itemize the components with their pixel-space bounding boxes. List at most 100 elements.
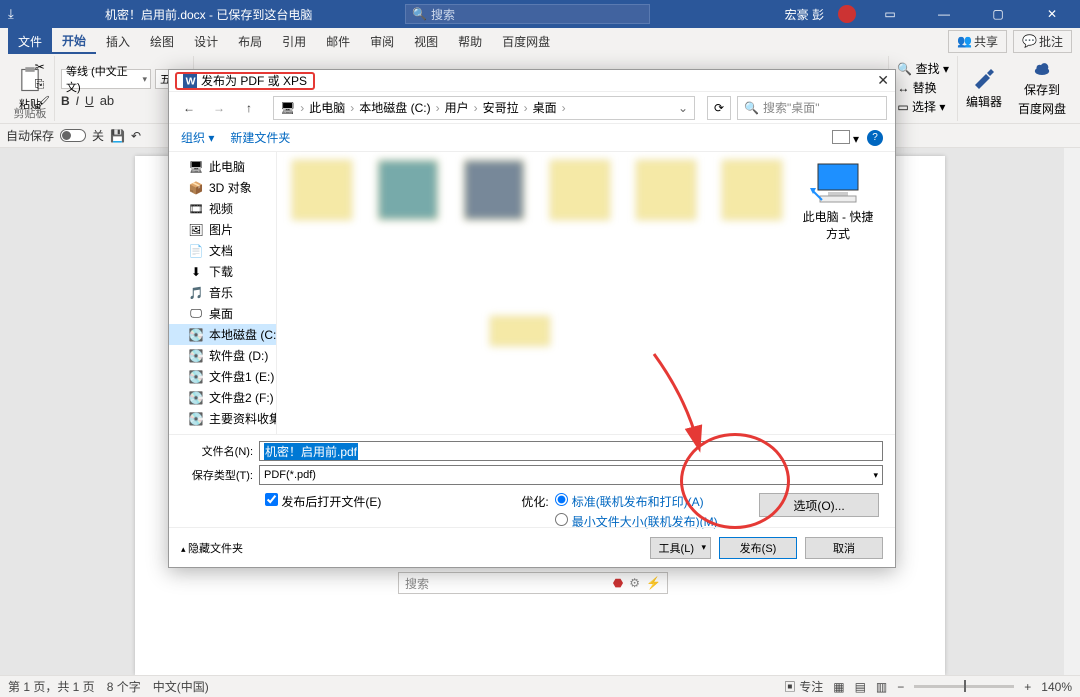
save-icon[interactable]: 💾 xyxy=(110,129,125,143)
replace-button[interactable]: ↔ 替换 xyxy=(897,79,949,96)
sidebar-item: 🖥此电脑 xyxy=(169,156,276,177)
dialog-titlebar: W 发布为 PDF 或 XPS ✕ xyxy=(169,70,895,92)
folder-item[interactable] xyxy=(457,160,531,242)
nav-up-button[interactable]: ↑ xyxy=(237,96,261,120)
tab-design[interactable]: 设计 xyxy=(184,28,228,54)
find-button[interactable]: 🔍 查找 ▾ xyxy=(897,60,949,77)
minimize-button[interactable]: — xyxy=(924,0,964,28)
open-after-checkbox[interactable]: 发布后打开文件(E) xyxy=(265,493,381,510)
nav-back-button[interactable]: ← xyxy=(177,96,201,120)
bold-icon[interactable]: B xyxy=(61,93,70,108)
savetype-label: 保存类型(T): xyxy=(181,467,259,483)
zoom-out-button[interactable]: − xyxy=(897,680,904,694)
new-folder-button[interactable]: 新建文件夹 xyxy=(230,129,290,146)
titlebar: ⤓ 机密！启用前.docx - 已保存到这台电脑 🔍 搜索 宏豪 彭 ▭ — ▢… xyxy=(0,0,1080,28)
pc-shortcut-item[interactable]: 此电脑 - 快捷方式 xyxy=(801,160,875,242)
dialog-close-button[interactable]: ✕ xyxy=(877,72,889,89)
folder-item[interactable] xyxy=(483,316,557,346)
options-button[interactable]: 选项(O)... xyxy=(759,493,879,517)
search-icon: 🔍 xyxy=(744,101,759,115)
word-count[interactable]: 8 个字 xyxy=(107,678,141,695)
sidebar-item: 🖼图片 xyxy=(169,219,276,240)
breadcrumb[interactable]: 🖥 ›此电脑 ›本地磁盘 (C:) ›用户 ›安哥拉 ›桌面 › ⌄ xyxy=(273,96,695,120)
file-pane[interactable]: 此电脑 - 快捷方式 xyxy=(277,152,895,434)
tab-draw[interactable]: 绘图 xyxy=(140,28,184,54)
zoom-in-button[interactable]: + xyxy=(1024,680,1031,694)
hide-folders-button[interactable]: 隐藏文件夹 xyxy=(181,540,243,556)
ribbon-options-icon[interactable]: ▭ xyxy=(870,0,910,28)
tab-insert[interactable]: 插入 xyxy=(96,28,140,54)
view-mode-button[interactable] xyxy=(832,130,850,144)
folder-item[interactable] xyxy=(715,160,789,242)
dialog-nav: ← → ↑ 🖥 ›此电脑 ›本地磁盘 (C:) ›用户 ›安哥拉 ›桌面 › ⌄… xyxy=(169,92,895,124)
copy-icon[interactable]: ⎘ xyxy=(35,77,50,92)
comments-button[interactable]: 💬批注 xyxy=(1013,30,1072,53)
user-name[interactable]: 宏豪 彭 xyxy=(785,6,824,23)
view-web-icon[interactable]: ▥ xyxy=(876,680,887,694)
save-dialog: W 发布为 PDF 或 XPS ✕ ← → ↑ 🖥 ›此电脑 ›本地磁盘 (C:… xyxy=(168,69,896,568)
tab-help[interactable]: 帮助 xyxy=(448,28,492,54)
sidebar-item: 💽主要资料收集 (G: xyxy=(169,408,276,429)
cut-icon[interactable]: ✂ xyxy=(35,60,50,74)
cancel-button[interactable]: 取消 xyxy=(805,537,883,559)
chevron-down-icon[interactable]: ⌄ xyxy=(678,101,688,115)
sidebar-item: 💽文件盘1 (E:) xyxy=(169,366,276,387)
undo-icon[interactable]: ↶ xyxy=(131,129,141,143)
zoom-slider[interactable] xyxy=(914,685,1014,688)
bolt-icon[interactable]: ⬣ xyxy=(613,576,623,590)
user-avatar[interactable] xyxy=(838,5,856,23)
search-icon: 🔍 xyxy=(412,7,427,21)
savetype-combo[interactable]: PDF(*.pdf) xyxy=(259,465,883,485)
help-button[interactable]: ? xyxy=(867,130,883,146)
folder-item[interactable] xyxy=(629,160,703,242)
folder-item[interactable] xyxy=(285,160,359,242)
filename-input[interactable]: 机密！启用前.pdf xyxy=(259,441,883,461)
tab-references[interactable]: 引用 xyxy=(272,28,316,54)
share-button[interactable]: 👥共享 xyxy=(948,30,1007,53)
tab-file[interactable]: 文件 xyxy=(8,28,52,54)
tab-mailings[interactable]: 邮件 xyxy=(316,28,360,54)
zoom-level[interactable]: 140% xyxy=(1041,680,1072,694)
sidebar-item: 💽文件盘2 (F:) xyxy=(169,387,276,408)
tab-view[interactable]: 视图 xyxy=(404,28,448,54)
filename-label: 文件名(N): xyxy=(181,443,259,459)
view-read-icon[interactable]: ▤ xyxy=(855,680,866,694)
pc-icon xyxy=(810,160,866,208)
underline-icon[interactable]: U xyxy=(85,93,94,108)
organize-button[interactable]: 组织 ▾ xyxy=(181,129,214,146)
bottom-search[interactable]: 搜索 ⬣ ⚙ ⚡ xyxy=(398,572,668,594)
save-baidu-button[interactable]: 保存到 百度网盘 保存 xyxy=(1010,56,1074,121)
tools-combo[interactable]: 工具(L) xyxy=(650,537,711,559)
maximize-button[interactable]: ▢ xyxy=(978,0,1018,28)
publish-button[interactable]: 发布(S) xyxy=(719,537,797,559)
autosave-state: 关 xyxy=(92,127,104,144)
italic-icon[interactable]: I xyxy=(76,93,79,108)
folder-item[interactable] xyxy=(543,160,617,242)
autosave-indicator: ⤓ xyxy=(8,6,14,22)
tab-baidu[interactable]: 百度网盘 xyxy=(492,28,560,54)
flash-icon[interactable]: ⚡ xyxy=(646,576,661,590)
close-window-button[interactable]: ✕ xyxy=(1032,0,1072,28)
optimize-standard-radio[interactable]: 标准(联机发布和打印)(A) xyxy=(555,493,718,510)
focus-mode[interactable]: ▣ 专注 xyxy=(784,678,823,695)
strike-icon[interactable]: ab xyxy=(100,93,114,108)
autosave-label: 自动保存 xyxy=(6,127,54,144)
view-print-icon[interactable]: ▦ xyxy=(833,680,844,694)
folder-item[interactable] xyxy=(371,160,445,242)
language[interactable]: 中文(中国) xyxy=(153,678,209,695)
tab-layout[interactable]: 布局 xyxy=(228,28,272,54)
dialog-search[interactable]: 🔍 搜索"桌面" xyxy=(737,96,887,120)
font-name-combo[interactable]: 等线 (中文正文) xyxy=(61,69,151,89)
tab-review[interactable]: 审阅 xyxy=(360,28,404,54)
refresh-button[interactable]: ⟳ xyxy=(707,96,731,120)
word-icon: W xyxy=(183,74,197,88)
vertical-scrollbar[interactable] xyxy=(1064,148,1080,675)
dialog-sidebar[interactable]: 🖥此电脑 📦3D 对象 🎞视频 🖼图片 📄文档 ⬇下载 🎵音乐 🖵桌面 💽本地磁… xyxy=(169,152,277,434)
nav-forward-button[interactable]: → xyxy=(207,96,231,120)
dialog-title: 发布为 PDF 或 XPS xyxy=(201,72,307,89)
page-info[interactable]: 第 1 页，共 1 页 xyxy=(8,678,95,695)
tab-home[interactable]: 开始 xyxy=(52,28,96,54)
title-search[interactable]: 🔍 搜索 xyxy=(405,4,650,24)
autosave-toggle[interactable] xyxy=(60,129,86,142)
gear-icon[interactable]: ⚙ xyxy=(629,576,640,590)
